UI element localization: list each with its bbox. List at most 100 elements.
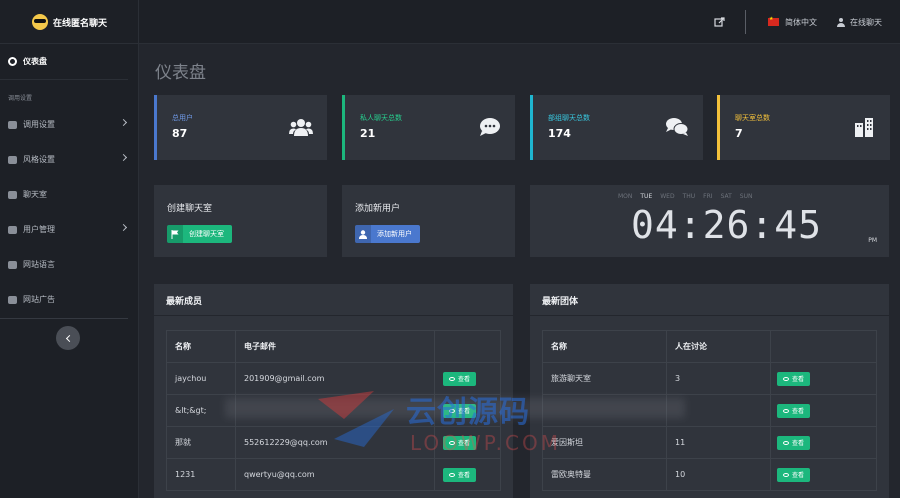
users-icon bbox=[289, 119, 313, 136]
digital-clock: MON TUE WED THU FRI SAT SUN 04:26:45 PM bbox=[530, 185, 889, 257]
users-icon bbox=[8, 225, 17, 234]
sidebar-item-call-settings[interactable]: 调用设置 bbox=[0, 107, 138, 142]
table-row: jaychou 201909@gmail.com 查看 bbox=[167, 363, 500, 395]
group-count: 10 bbox=[667, 459, 771, 490]
column-header-action bbox=[435, 331, 500, 362]
sidebar-item-label: 聊天室 bbox=[23, 190, 47, 199]
topbar-divider bbox=[745, 10, 746, 34]
stat-card-total-users: 总用户 87 bbox=[154, 95, 327, 160]
sidebar-item-site-language[interactable]: 网站语言 bbox=[0, 247, 138, 282]
eye-icon bbox=[449, 440, 455, 445]
eye-icon bbox=[449, 376, 455, 381]
sidebar-item-label: 网站广告 bbox=[23, 295, 55, 304]
panel-divider bbox=[154, 315, 513, 316]
china-flag-icon[interactable] bbox=[768, 16, 779, 26]
sidebar-item-label: 用户管理 bbox=[23, 225, 55, 234]
member-email: qwertyu@qq.com bbox=[236, 459, 435, 490]
member-name: jaychou bbox=[167, 363, 236, 394]
view-button-label: 查看 bbox=[458, 376, 471, 383]
view-button-label: 查看 bbox=[792, 408, 805, 415]
action-cell: 查看 bbox=[435, 363, 500, 394]
column-header-name: 名称 bbox=[167, 331, 236, 362]
view-button[interactable]: 查看 bbox=[777, 435, 811, 450]
dashboard-icon bbox=[8, 57, 17, 66]
button-label: 创建聊天室 bbox=[189, 230, 224, 238]
sidebar-item-label: 调用设置 bbox=[23, 120, 55, 129]
add-user-button[interactable]: 添加新用户 bbox=[355, 225, 420, 243]
stat-label: 私人聊天总数 bbox=[360, 114, 402, 122]
create-room-button[interactable]: 创建聊天室 bbox=[167, 225, 232, 243]
palette-icon bbox=[8, 155, 17, 164]
stat-label: 部组聊天总数 bbox=[548, 114, 590, 122]
view-button[interactable]: 查看 bbox=[777, 371, 811, 386]
group-count: 3 bbox=[667, 363, 771, 394]
add-user-card: 添加新用户 添加新用户 bbox=[342, 185, 515, 257]
sidebar-section-label: 调用设置 bbox=[8, 95, 33, 102]
weekday: FRI bbox=[703, 193, 713, 200]
stat-card-group-chats: 部组聊天总数 174 bbox=[530, 95, 703, 160]
chevron-right-icon bbox=[119, 153, 128, 162]
action-cell: 查看 bbox=[435, 459, 500, 490]
stat-value: 87 bbox=[172, 127, 188, 140]
comments-icon bbox=[666, 118, 689, 136]
view-button[interactable]: 查看 bbox=[443, 435, 477, 450]
sidebar-item-user-management[interactable]: 用户管理 bbox=[0, 212, 138, 247]
brand[interactable]: 在线匿名聊天 bbox=[0, 0, 139, 44]
external-link-icon[interactable] bbox=[713, 16, 725, 28]
ad-icon bbox=[8, 295, 17, 304]
table-row: 1231 qwertyu@qq.com 查看 bbox=[167, 459, 500, 491]
card-title: 创建聊天室 bbox=[167, 204, 213, 214]
user-menu[interactable]: 在线聊天 bbox=[850, 17, 882, 28]
sidebar: 仪表盘 调用设置 调用设置 风格设置 聊天室 用户管理 网站语言 网站广告 bbox=[0, 44, 139, 498]
view-button[interactable]: 查看 bbox=[777, 467, 811, 482]
member-name: 那就 bbox=[167, 427, 236, 458]
table-row: 爱因斯坦 11 查看 bbox=[543, 427, 876, 459]
weekday: THU bbox=[682, 193, 696, 200]
latest-members-panel: 最新成员 名称 电子邮件 jaychou 201909@gmail.com 查看… bbox=[154, 284, 513, 498]
view-button-label: 查看 bbox=[792, 376, 805, 383]
member-email: 552612229@qq.com bbox=[236, 427, 435, 458]
sidebar-item-dashboard[interactable]: 仪表盘 bbox=[0, 44, 128, 80]
column-header-action bbox=[771, 331, 876, 362]
language-icon bbox=[8, 260, 17, 269]
table-header-row: 名称 电子邮件 bbox=[167, 331, 500, 363]
group-name: 雷欧奥特曼 bbox=[543, 459, 667, 490]
sidebar-item-chat-room[interactable]: 聊天室 bbox=[0, 177, 138, 212]
user-icon[interactable] bbox=[837, 17, 845, 27]
stat-value: 7 bbox=[735, 127, 743, 140]
table-row: 那就 552612229@qq.com 查看 bbox=[167, 427, 500, 459]
group-name: 爱因斯坦 bbox=[543, 427, 667, 458]
group-name: 旅游聊天室 bbox=[543, 363, 667, 394]
gear-icon bbox=[8, 120, 17, 129]
language-selector[interactable]: 简体中文 bbox=[785, 17, 817, 28]
view-button[interactable]: 查看 bbox=[777, 403, 811, 418]
table-row: 雷欧奥特曼 10 查看 bbox=[543, 459, 876, 491]
sidebar-item-style-settings[interactable]: 风格设置 bbox=[0, 142, 138, 177]
eye-icon bbox=[449, 472, 455, 477]
clock-ampm: PM bbox=[868, 237, 877, 244]
eye-icon bbox=[783, 472, 789, 477]
eye-icon bbox=[783, 376, 789, 381]
stat-label: 聊天室总数 bbox=[735, 114, 770, 122]
sidebar-item-site-ads[interactable]: 网站广告 bbox=[0, 282, 138, 317]
stat-value: 21 bbox=[360, 127, 376, 140]
weekday: SUN bbox=[739, 193, 753, 200]
sidebar-item-label: 风格设置 bbox=[23, 155, 55, 164]
stat-card-chat-rooms: 聊天室总数 7 bbox=[717, 95, 890, 160]
comment-icon bbox=[480, 118, 500, 136]
table-row: 旅游聊天室 3 查看 bbox=[543, 363, 876, 395]
weekday-active: TUE bbox=[640, 193, 653, 200]
view-button[interactable]: 查看 bbox=[443, 371, 477, 386]
eye-icon bbox=[783, 440, 789, 445]
brand-logo-icon bbox=[32, 14, 48, 30]
table-header-row: 名称 人在讨论 bbox=[543, 331, 876, 363]
stat-value: 174 bbox=[548, 127, 571, 140]
view-button-label: 查看 bbox=[792, 472, 805, 479]
sidebar-collapse-button[interactable] bbox=[56, 326, 80, 350]
stat-label: 总用户 bbox=[172, 114, 193, 122]
flag-icon bbox=[167, 225, 183, 243]
sidebar-divider bbox=[0, 318, 128, 319]
action-cell: 查看 bbox=[771, 427, 876, 458]
view-button[interactable]: 查看 bbox=[443, 467, 477, 482]
chevron-right-icon bbox=[119, 223, 128, 232]
